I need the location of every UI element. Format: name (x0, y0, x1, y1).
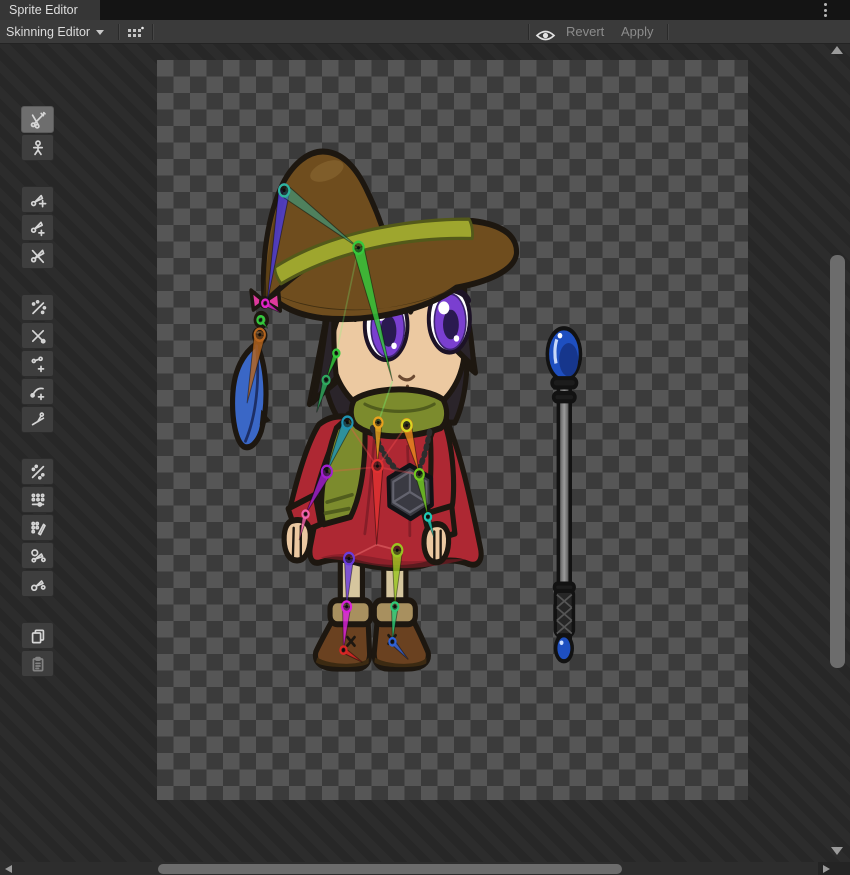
tool-weight-brush-button[interactable] (21, 514, 54, 541)
bone-split-icon (29, 247, 47, 265)
scroll-up-arrow[interactable] (831, 46, 843, 54)
create-vertex-icon (29, 355, 47, 373)
mode-dropdown[interactable]: Skinning Editor (6, 20, 104, 44)
revert-button[interactable]: Revert (566, 20, 604, 44)
toolbar-divider (118, 24, 119, 40)
bone-influence-icon (29, 547, 47, 565)
toolbar-divider (667, 24, 668, 40)
split-edge-icon (29, 411, 47, 429)
visibility-eye-icon (535, 29, 556, 42)
tool-weight-slider-button[interactable] (21, 486, 54, 513)
sprite-frames-button[interactable] (126, 25, 145, 39)
tool-bone-influence-button[interactable] (21, 542, 54, 569)
create-edge-icon (29, 383, 47, 401)
tool-create-bone-button[interactable] (21, 214, 54, 241)
workspace-background (0, 44, 850, 862)
scroll-right-arrow[interactable] (823, 865, 830, 873)
toolbar: Skinning Editor Revert Apply (0, 20, 850, 44)
sprite-canvas[interactable] (157, 60, 748, 800)
sprite-frames-icon (126, 26, 145, 41)
apply-button[interactable]: Apply (621, 20, 654, 44)
tool-split-edge-button[interactable] (21, 406, 54, 433)
tab-bar: Sprite Editor (0, 0, 850, 20)
tool-paste-button[interactable] (21, 650, 54, 677)
tool-copy-button[interactable] (21, 622, 54, 649)
scissors-wrench-icon (29, 111, 47, 129)
scroll-down-arrow[interactable] (831, 847, 843, 855)
auto-weights-icon (29, 463, 47, 481)
staff-sprite (547, 328, 580, 661)
edit-geometry-icon (29, 327, 47, 345)
mode-dropdown-label: Skinning Editor (6, 25, 90, 39)
sprite-influence-icon (29, 575, 47, 593)
tool-edit-bone-button[interactable] (21, 186, 54, 213)
scroll-left-arrow[interactable] (5, 865, 12, 873)
tool-edit-geometry-button[interactable] (21, 322, 54, 349)
weight-slider-icon (29, 491, 47, 509)
sprite-editor-window: Sprite Editor Skinning Editor (0, 0, 850, 875)
tool-create-vertex-button[interactable] (21, 350, 54, 377)
tool-preview-pose-button[interactable] (21, 106, 54, 133)
tool-auto-weights-button[interactable] (21, 458, 54, 485)
chevron-down-icon (96, 30, 104, 35)
tool-restore-bind-pose-button[interactable] (21, 134, 54, 161)
bone-add-icon (29, 219, 47, 237)
person-icon (29, 139, 47, 157)
weight-brush-icon (29, 519, 47, 537)
tool-auto-geometry-button[interactable] (21, 294, 54, 321)
tab-sprite-editor[interactable]: Sprite Editor (0, 0, 100, 20)
vertical-scrollbar-thumb[interactable] (830, 255, 845, 668)
bone-joint[interactable] (402, 420, 411, 431)
bone-move-icon (29, 191, 47, 209)
copy-icon (29, 627, 47, 645)
toolbar-divider (152, 24, 153, 40)
kebab-menu-icon[interactable] (821, 3, 829, 17)
paste-icon (29, 655, 47, 673)
tool-create-edge-button[interactable] (21, 378, 54, 405)
toolbar-divider (528, 24, 529, 40)
visibility-toggle[interactable] (535, 26, 556, 39)
tool-split-bone-button[interactable] (21, 242, 54, 269)
auto-geometry-icon (29, 299, 47, 317)
tool-sidebar (21, 106, 55, 678)
tool-sprite-influence-button[interactable] (21, 570, 54, 597)
horizontal-scrollbar-thumb[interactable] (158, 864, 622, 874)
